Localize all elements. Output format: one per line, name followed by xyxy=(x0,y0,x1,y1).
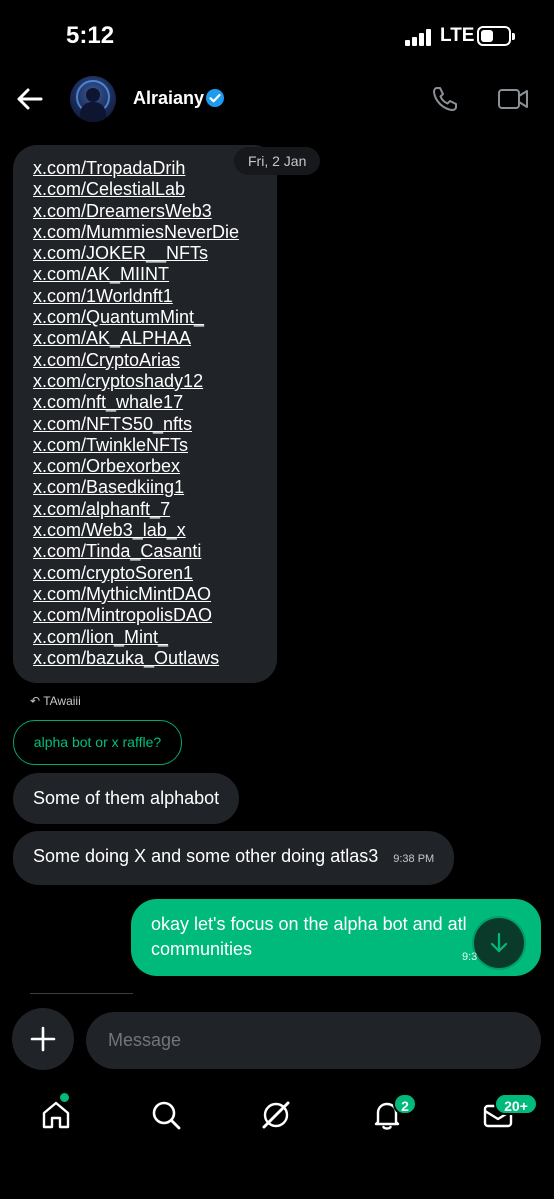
back-button[interactable] xyxy=(12,82,46,116)
status-bar: 5:12 LTE xyxy=(0,0,554,70)
search-icon xyxy=(152,1101,181,1130)
message-text: Some of them alphabot xyxy=(33,788,220,808)
arrow-left-icon xyxy=(17,88,43,110)
nav-search[interactable] xyxy=(146,1095,186,1135)
message-input[interactable] xyxy=(86,1012,541,1069)
link-item[interactable]: x.com/MummiesNeverDie xyxy=(33,222,277,243)
avatar[interactable] xyxy=(70,76,116,122)
link-item[interactable]: x.com/NFTS50_nfts xyxy=(33,414,277,435)
message-bubble-links: x.com/TropadaDrih x.com/CelestialLab x.c… xyxy=(13,145,277,683)
date-separator: Fri, 2 Jan xyxy=(234,147,321,175)
link-item[interactable]: x.com/Basedkiing1 xyxy=(33,477,277,498)
reply-arrow-icon: ↶ xyxy=(30,694,41,708)
status-time: 5:12 xyxy=(66,22,115,49)
link-item[interactable]: x.com/JOKER__NFTs xyxy=(33,243,277,264)
home-icon xyxy=(42,1101,70,1129)
message-bubble-incoming[interactable]: Some doing X and some other doing atlas3… xyxy=(13,831,455,885)
link-item[interactable]: x.com/MintropolisDAO xyxy=(33,605,277,626)
message-bubble-incoming[interactable]: Some of them alphabot xyxy=(13,773,240,824)
link-item[interactable]: x.com/1Worldnft1 xyxy=(33,286,277,307)
grok-icon xyxy=(262,1101,290,1129)
add-attachment-button[interactable] xyxy=(12,1008,74,1070)
bottom-nav: 2 20+ xyxy=(0,1085,554,1145)
link-item[interactable]: x.com/CelestialLab xyxy=(33,179,277,200)
link-item[interactable]: x.com/alphanft_7 xyxy=(33,499,277,520)
reply-reference: ↶ TAwaiii xyxy=(30,694,81,708)
link-item[interactable]: x.com/DreamersWeb3 xyxy=(33,201,277,222)
scroll-to-bottom-button[interactable] xyxy=(474,918,524,968)
link-item[interactable]: x.com/QuantumMint_ xyxy=(33,307,277,328)
link-item[interactable]: x.com/Tinda_Casanti xyxy=(33,541,277,562)
notifications-badge: 2 xyxy=(393,1093,417,1115)
divider xyxy=(30,993,133,994)
plus-icon xyxy=(30,1026,56,1052)
nav-grok[interactable] xyxy=(256,1095,296,1135)
verified-badge-icon xyxy=(206,89,224,107)
link-item[interactable]: x.com/AK_ALPHAA xyxy=(33,328,277,349)
link-item[interactable]: x.com/MythicMintDAO xyxy=(33,584,277,605)
link-item[interactable]: x.com/TwinkleNFTs xyxy=(33,435,277,456)
quoted-message[interactable]: alpha bot or x raffle? xyxy=(13,720,182,765)
link-item[interactable]: x.com/AK_MIINT xyxy=(33,264,277,285)
new-posts-indicator xyxy=(60,1093,69,1102)
message-timestamp: 9:38 PM xyxy=(393,853,435,865)
link-item[interactable]: x.com/Orbexorbex xyxy=(33,456,277,477)
nav-home[interactable] xyxy=(36,1095,76,1135)
contact-name[interactable]: Alraiany xyxy=(133,88,204,109)
link-item[interactable]: x.com/lion_Mint_ xyxy=(33,627,277,648)
link-item[interactable]: x.com/bazuka_Outlaws xyxy=(33,648,277,669)
link-item[interactable]: x.com/CryptoArias xyxy=(33,350,277,371)
link-item[interactable]: x.com/cryptoSoren1 xyxy=(33,563,277,584)
phone-call-icon[interactable] xyxy=(430,84,460,114)
conversation-header: Alraiany xyxy=(0,70,554,130)
messages-badge: 20+ xyxy=(494,1093,538,1115)
signal-icon xyxy=(405,29,433,46)
link-item[interactable]: x.com/cryptoshady12 xyxy=(33,371,277,392)
message-text: Some doing X and some other doing atlas3 xyxy=(33,846,379,866)
network-label: LTE xyxy=(440,25,475,46)
video-call-icon[interactable] xyxy=(496,84,530,114)
link-item[interactable]: x.com/nft_whale17 xyxy=(33,392,277,413)
message-text-line: okay let's focus on the alpha bot and at… xyxy=(151,914,467,934)
link-item[interactable]: x.com/Web3_lab_x xyxy=(33,520,277,541)
arrow-down-icon xyxy=(490,932,508,953)
battery-icon xyxy=(477,26,515,46)
reply-reference-label: TAwaiii xyxy=(43,694,81,708)
